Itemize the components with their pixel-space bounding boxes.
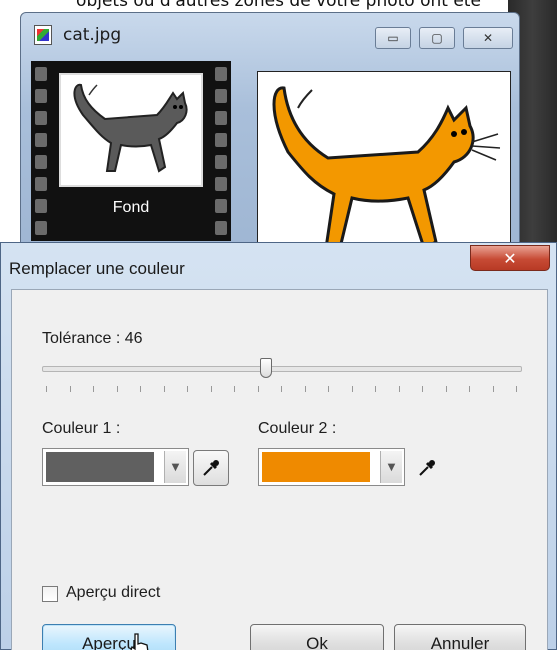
thumbnail-label: Fond bbox=[112, 199, 150, 216]
dialog-close-button[interactable]: ✕ bbox=[470, 245, 550, 271]
slider-tick bbox=[398, 386, 400, 392]
tolerance-slider-ticks bbox=[46, 386, 518, 394]
maximize-button[interactable]: ▢ bbox=[419, 27, 455, 49]
replace-color-dialog: Remplacer une couleur ✕ Tolérance : 46 C… bbox=[0, 242, 557, 650]
slider-tick bbox=[281, 386, 282, 392]
chevron-down-icon[interactable]: ▼ bbox=[380, 451, 402, 483]
viewer-close-button[interactable]: ✕ bbox=[463, 27, 513, 49]
slider-tick bbox=[116, 386, 118, 392]
tolerance-slider-track[interactable] bbox=[42, 366, 522, 372]
image-file-icon bbox=[33, 25, 53, 45]
color2-eyedropper-button[interactable] bbox=[409, 450, 445, 486]
tolerance-slider-thumb[interactable] bbox=[260, 358, 272, 378]
slider-tick bbox=[328, 386, 329, 392]
slider-tick bbox=[257, 386, 259, 392]
color1-dropdown[interactable]: ▼ bbox=[42, 448, 189, 486]
cropped-caption-text: objets ou d'autres zones de votre photo … bbox=[76, 0, 481, 11]
film-sprockets-left bbox=[31, 61, 51, 241]
viewer-title: cat.jpg bbox=[63, 25, 122, 45]
orange-cat-image bbox=[272, 86, 501, 250]
viewer-window-controls: ▭ ▢ ✕ bbox=[375, 27, 513, 49]
color1-swatch bbox=[46, 452, 154, 482]
color2-dropdown[interactable]: ▼ bbox=[258, 448, 405, 486]
slider-tick bbox=[469, 386, 470, 392]
cancel-button[interactable]: Annuler bbox=[394, 624, 526, 650]
slider-tick bbox=[304, 386, 306, 392]
gray-cat-image bbox=[73, 83, 188, 173]
filmstrip: Fond bbox=[31, 61, 231, 241]
preview-button[interactable]: Aperçu bbox=[42, 624, 176, 650]
slider-tick bbox=[492, 386, 494, 392]
live-preview-label: Aperçu direct bbox=[66, 584, 161, 601]
minimize-button[interactable]: ▭ bbox=[375, 27, 411, 49]
cat-preview-image bbox=[257, 71, 511, 251]
eyedropper-icon bbox=[203, 460, 219, 476]
image-viewer-window: cat.jpg ▭ ▢ ✕ Fond bbox=[20, 12, 520, 252]
viewer-title-bar: cat.jpg bbox=[33, 25, 121, 45]
slider-tick bbox=[93, 386, 94, 392]
film-sprockets-right bbox=[211, 61, 231, 241]
color1-eyedropper-button[interactable] bbox=[193, 450, 229, 486]
eyedropper-icon bbox=[419, 460, 435, 476]
slider-tick bbox=[163, 386, 165, 392]
live-preview-checkbox[interactable] bbox=[42, 586, 58, 602]
dialog-title: Remplacer une couleur bbox=[9, 259, 185, 278]
chevron-down-icon[interactable]: ▼ bbox=[164, 451, 186, 483]
hand-cursor-icon bbox=[130, 633, 149, 650]
color1-label: Couleur 1 : bbox=[42, 420, 121, 437]
slider-tick bbox=[516, 386, 517, 392]
ok-button[interactable]: Ok bbox=[250, 624, 384, 650]
slider-tick bbox=[187, 386, 188, 392]
slider-tick bbox=[375, 386, 376, 392]
slider-tick bbox=[422, 386, 423, 392]
slider-tick bbox=[351, 386, 353, 392]
color2-swatch bbox=[262, 452, 370, 482]
slider-tick bbox=[69, 386, 71, 392]
tolerance-label: Tolérance : 46 bbox=[42, 330, 143, 347]
slider-tick bbox=[46, 386, 47, 392]
slider-tick bbox=[445, 386, 447, 392]
color2-label: Couleur 2 : bbox=[258, 420, 337, 437]
dialog-body: Tolérance : 46 Couleur 1 : ▼ Couleur 2 :… bbox=[11, 289, 548, 650]
slider-tick bbox=[140, 386, 141, 392]
cat-thumbnail[interactable] bbox=[59, 73, 203, 187]
slider-tick bbox=[210, 386, 212, 392]
slider-tick bbox=[234, 386, 235, 392]
